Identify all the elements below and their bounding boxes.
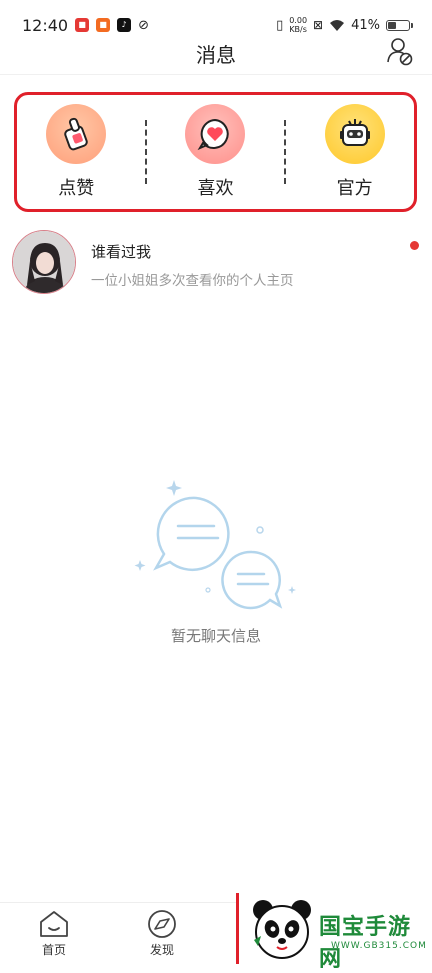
tiktok-icon: ♪: [117, 18, 132, 32]
robot-icon: [324, 104, 385, 164]
category-separator: [284, 120, 287, 184]
user-block-icon: [387, 38, 413, 66]
visitor-title: 谁看过我: [91, 243, 152, 261]
battery-fill: [388, 21, 396, 29]
discover-icon: [148, 910, 176, 938]
no-sim-icon: ⊠: [313, 18, 324, 32]
battery-icon: [386, 19, 413, 31]
watermark-url: WWW.GB315.COM: [331, 941, 427, 951]
empty-state-text: 暂无聊天信息: [170, 627, 261, 645]
vibrate-icon: ▯: [276, 17, 284, 33]
who-viewed-me-row[interactable]: 谁看过我 一位小姐姐多次查看你的个人主页: [0, 228, 432, 300]
nav-label: 发现: [149, 943, 174, 957]
avatar: [12, 230, 76, 294]
category-card: 点赞 喜欢 官方: [14, 92, 417, 212]
nav-label: 首页: [41, 943, 66, 957]
net-speed-value: 0.00: [289, 16, 308, 25]
avatar-portrait: [13, 231, 75, 293]
link-app-icon: ⊘: [138, 17, 150, 33]
page-title: 消息: [196, 42, 236, 67]
heart-chat-icon: [185, 104, 246, 164]
visitor-subtitle: 一位小姐姐多次查看你的个人主页: [91, 273, 294, 289]
empty-chat-illustration: [134, 480, 296, 610]
category-likes[interactable]: 点赞: [26, 104, 126, 200]
user-settings-button[interactable]: [386, 36, 414, 66]
nav-discover[interactable]: 发现: [132, 909, 192, 958]
news-app-icon: ■: [75, 18, 90, 32]
battery-percent: 41%: [351, 17, 380, 33]
category-favorites[interactable]: 喜欢: [165, 104, 265, 200]
category-separator: [144, 120, 147, 184]
site-watermark: 国宝手游网 WWW.GB315.COM: [236, 893, 432, 972]
thumbs-up-icon: [46, 104, 107, 164]
header-divider: [0, 74, 432, 75]
category-label: 点赞: [58, 178, 95, 199]
wifi-icon: [330, 19, 345, 31]
thumbs-up-glyph: [64, 117, 89, 151]
shopping-app-icon: ■: [96, 18, 111, 32]
unread-dot: [410, 241, 419, 250]
category-label: 官方: [336, 178, 373, 199]
category-label: 喜欢: [197, 178, 234, 199]
nav-home[interactable]: 首页: [24, 909, 84, 958]
heart-chat-glyph: [198, 118, 230, 151]
top-bar: 消息: [0, 32, 432, 74]
robot-glyph: [339, 119, 370, 146]
category-official[interactable]: 官方: [305, 104, 405, 200]
home-icon: [40, 911, 68, 937]
panda-logo-icon: [253, 900, 311, 959]
